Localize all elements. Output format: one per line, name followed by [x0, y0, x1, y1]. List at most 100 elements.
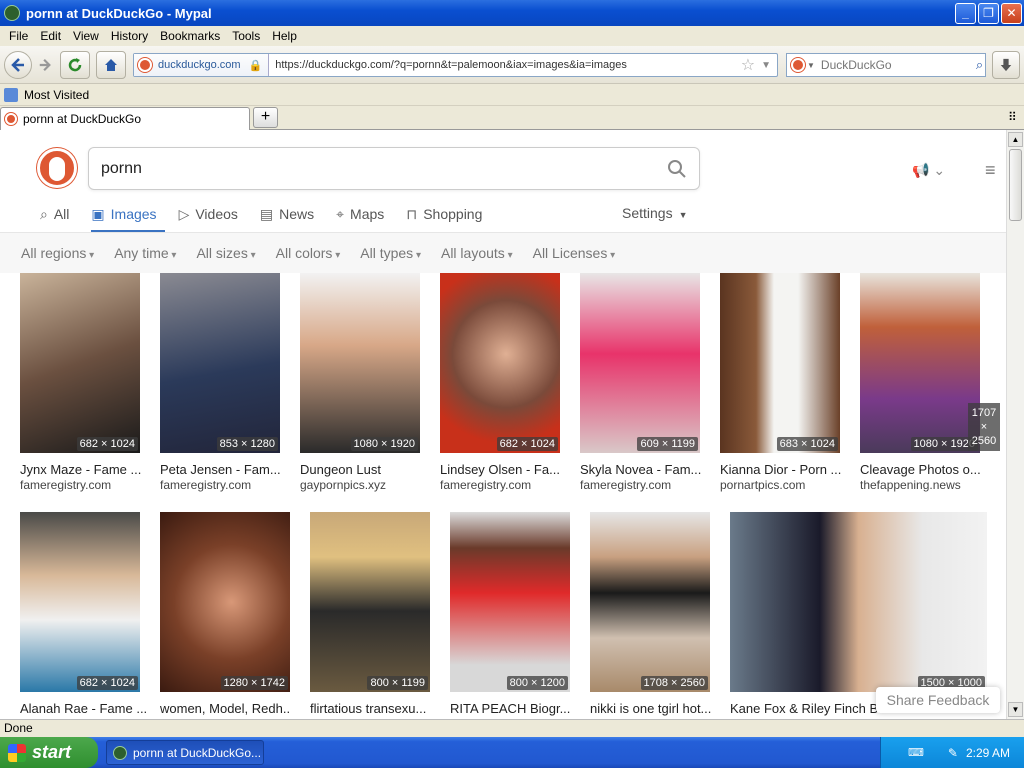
tab-active[interactable]: pornn at DuckDuckGo	[0, 107, 250, 130]
downloads-button[interactable]	[992, 51, 1020, 79]
search-icon[interactable]	[667, 159, 687, 179]
tab-news[interactable]: ▤ News	[260, 200, 314, 228]
result-source[interactable]: fameregistry.com	[580, 478, 710, 492]
new-tab-button[interactable]: +	[253, 107, 278, 128]
result-title[interactable]: Jynx Maze - Fame ...	[20, 462, 150, 477]
result-thumbnail[interactable]: 1500 × 1000	[730, 512, 987, 692]
url-dropdown-icon[interactable]: ▼	[761, 60, 771, 71]
shopping-bag-icon: ⊓	[406, 205, 418, 222]
tab-shopping[interactable]: ⊓ Shopping	[406, 200, 482, 228]
result-source[interactable]: fameregistry.com	[440, 478, 570, 492]
result-thumbnail[interactable]: 683 × 1024	[720, 273, 840, 453]
result-source[interactable]: fameregistry.com	[20, 478, 150, 492]
taskbar-window-button[interactable]: pornn at DuckDuckGo...	[106, 740, 264, 765]
result-title[interactable]: Kianna Dior - Porn ...	[720, 462, 850, 477]
menu-view[interactable]: View	[67, 29, 105, 43]
scroll-up-icon[interactable]: ▲	[1008, 132, 1023, 147]
menu-bookmarks[interactable]: Bookmarks	[154, 29, 226, 43]
result-thumbnail[interactable]: 800 × 1199	[310, 512, 430, 692]
keyboard-icon[interactable]: ⌨	[908, 746, 924, 759]
result-title[interactable]: Peta Jensen - Fam...	[160, 462, 290, 477]
result-thumbnail[interactable]: 1080 × 1920	[860, 273, 980, 453]
filter-layout[interactable]: All layouts	[441, 245, 513, 261]
result-title[interactable]: Alanah Rae - Fame ...	[20, 701, 150, 716]
result-thumbnail[interactable]: 1080 × 1920	[300, 273, 420, 453]
settings-dropdown[interactable]: Settings ▼	[622, 205, 688, 221]
result-thumbnail[interactable]: 682 × 1024	[440, 273, 560, 453]
filter-size[interactable]: All sizes	[196, 245, 255, 261]
scroll-thumb[interactable]	[1009, 149, 1022, 221]
tray-app-icon[interactable]: ✎	[948, 746, 958, 760]
search-engine-input[interactable]	[814, 58, 976, 72]
filter-time[interactable]: Any time	[114, 245, 176, 261]
menu-history[interactable]: History	[105, 29, 154, 43]
hamburger-menu-icon[interactable]: ≡	[985, 160, 996, 181]
reload-button[interactable]	[60, 51, 90, 79]
chevron-down-icon: ▼	[678, 210, 688, 220]
search-input[interactable]: pornn	[101, 160, 667, 178]
result-title[interactable]: Skyla Novea - Fam...	[580, 462, 710, 477]
site-identity[interactable]: duckduckgo.com 🔒	[134, 54, 270, 76]
result-title[interactable]: Dungeon Lust	[300, 462, 430, 477]
close-button[interactable]: ✕	[1001, 3, 1022, 24]
result-title[interactable]: Lindsey Olsen - Fa...	[440, 462, 570, 477]
search-engine-icon[interactable]	[791, 58, 805, 72]
result-title[interactable]: women, Model, Redh...	[160, 701, 290, 716]
start-label: start	[32, 742, 72, 762]
image-dimensions: 800 × 1199	[367, 676, 428, 690]
filter-license[interactable]: All Licenses	[533, 245, 616, 261]
tab-images[interactable]: ▣ Images	[91, 200, 165, 232]
duckduckgo-logo[interactable]	[37, 148, 77, 188]
megaphone-icon[interactable]: 📢 ⌄	[912, 162, 945, 179]
result-title[interactable]: Cleavage Photos o...	[860, 462, 990, 477]
result-thumbnail[interactable]: 609 × 1199	[580, 273, 700, 453]
home-button[interactable]	[96, 51, 126, 79]
most-visited-bookmark[interactable]: Most Visited	[24, 88, 89, 102]
bookmark-star-icon[interactable]: ☆	[741, 55, 755, 75]
url-text[interactable]: https://duckduckgo.com/?q=pornn&t=palemo…	[269, 59, 741, 71]
tab-all[interactable]: ⌕ All	[40, 200, 69, 228]
filter-type[interactable]: All types	[360, 245, 421, 261]
result-source[interactable]: fameregistry.com	[160, 478, 290, 492]
result-thumbnail[interactable]: 1708 × 2560	[590, 512, 710, 692]
menu-tools[interactable]: Tools	[226, 29, 266, 43]
result-thumbnail[interactable]: 682 × 1024	[20, 512, 140, 692]
result-title[interactable]: nikki is one tgirl hot...	[590, 701, 720, 716]
tab-label: Maps	[350, 206, 385, 222]
minimize-button[interactable]: _	[955, 3, 976, 24]
menu-file[interactable]: File	[3, 29, 34, 43]
tab-maps[interactable]: ⌖ Maps	[336, 200, 384, 228]
result-source[interactable]: thefappening.news	[860, 478, 990, 492]
forward-button[interactable]	[33, 51, 57, 79]
maximize-button[interactable]: ❐	[978, 3, 999, 24]
menu-edit[interactable]: Edit	[34, 29, 67, 43]
result-thumbnail[interactable]: 1280 × 1742	[160, 512, 290, 692]
filter-region[interactable]: All regions	[21, 245, 94, 261]
search-type-tabs: ⌕ All ▣ Images ▷ Videos ▤ News ⌖ Maps ⊓ Shoppi…	[40, 200, 504, 232]
url-bar[interactable]: duckduckgo.com 🔒 https://duckduckgo.com/…	[133, 53, 778, 77]
start-button[interactable]: start	[0, 737, 98, 768]
clock[interactable]: 2:29 AM	[966, 746, 1010, 760]
result-source[interactable]: pornartpics.com	[720, 478, 850, 492]
status-text: Done	[4, 721, 33, 735]
search-box[interactable]: pornn	[88, 147, 700, 190]
window-titlebar[interactable]: pornn at DuckDuckGo - Mypal _ ❐ ✕	[0, 0, 1024, 26]
result-title[interactable]: RITA PEACH Biogr...	[450, 701, 580, 716]
scroll-down-icon[interactable]: ▼	[1008, 702, 1023, 717]
search-engine-box[interactable]: ▼ ⌕	[786, 53, 986, 77]
result-source[interactable]: gaypornpics.xyz	[300, 478, 430, 492]
search-go-icon[interactable]: ⌕	[976, 57, 983, 73]
tab-list-icon[interactable]: ⠿	[1008, 110, 1017, 124]
filter-color[interactable]: All colors	[276, 245, 341, 261]
result-thumbnail[interactable]: 853 × 1280	[160, 273, 280, 453]
vertical-scrollbar[interactable]: ▲ ▼	[1006, 130, 1024, 719]
result-title[interactable]: flirtatious transexu...	[310, 701, 440, 716]
settings-label: Settings	[622, 205, 673, 221]
menu-help[interactable]: Help	[266, 29, 303, 43]
tab-videos[interactable]: ▷ Videos	[179, 200, 238, 228]
result-thumbnail[interactable]: 800 × 1200	[450, 512, 570, 692]
engine-dropdown-icon[interactable]: ▼	[807, 61, 815, 70]
back-button[interactable]	[4, 51, 32, 79]
share-feedback-button[interactable]: Share Feedback	[876, 687, 1000, 713]
result-thumbnail[interactable]: 682 × 1024	[20, 273, 140, 453]
